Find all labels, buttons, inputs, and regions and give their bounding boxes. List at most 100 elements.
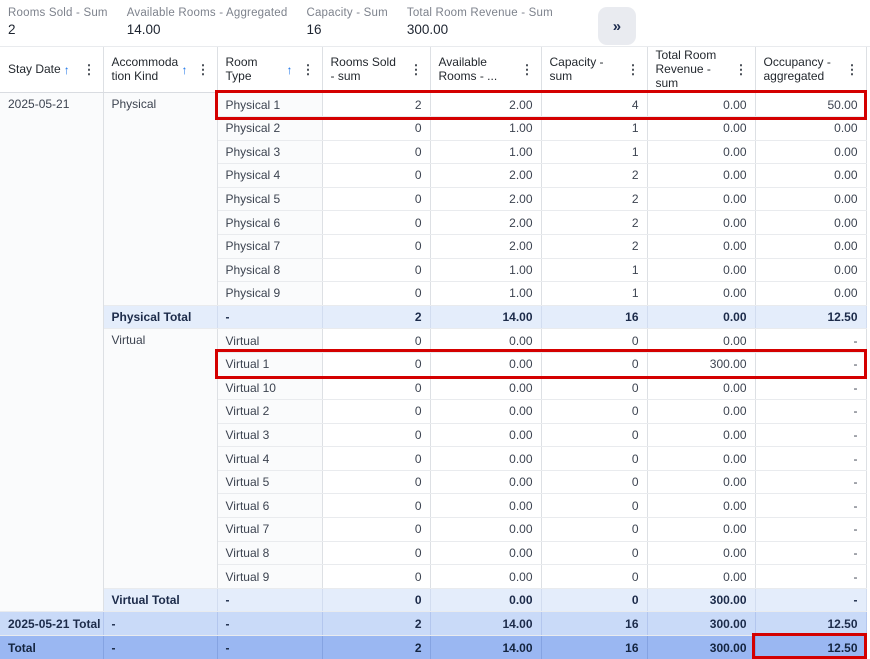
- cell-room-type: -: [217, 588, 322, 612]
- cell-room-type: Virtual 2: [217, 400, 322, 424]
- cell-available-rooms: 2.00: [430, 211, 541, 235]
- cell-available-rooms: 0.00: [430, 470, 541, 494]
- column-menu-icon[interactable]: ⋮: [80, 62, 99, 78]
- subtotal-row: Virtual Total-00.000300.00-: [0, 588, 866, 612]
- pivot-table: Stay Date↑⋮Accommodation Kind↑⋮Room Type…: [0, 47, 870, 659]
- cell-room-type: Physical 4: [217, 164, 322, 188]
- subtotal-row: Physical Total-214.00160.0012.50: [0, 305, 866, 329]
- sort-asc-icon[interactable]: ↑: [287, 63, 293, 77]
- column-header-total-room-revenue-sum[interactable]: Total Room Revenue - sum⋮: [647, 47, 755, 93]
- cell-capacity: 1: [541, 140, 647, 164]
- cell-rooms-sold: 0: [322, 258, 430, 282]
- summary-bar: Rooms Sold - Sum 2 Available Rooms - Agg…: [0, 0, 870, 47]
- kpi-value: 16: [306, 22, 387, 37]
- cell-accommodation-kind: Physical Total: [103, 305, 217, 329]
- column-menu-icon[interactable]: ⋮: [194, 62, 213, 78]
- column-menu-icon[interactable]: ⋮: [624, 62, 643, 78]
- column-menu-icon[interactable]: ⋮: [518, 62, 537, 78]
- kpi-label: Available Rooms - Aggregated: [127, 7, 288, 19]
- kpi-label: Rooms Sold - Sum: [8, 7, 108, 19]
- cell-revenue: 0.00: [647, 447, 755, 471]
- cell-capacity: 0: [541, 447, 647, 471]
- cell-revenue: 0.00: [647, 164, 755, 188]
- cell-rooms-sold: 0: [322, 140, 430, 164]
- cell-capacity: 2: [541, 234, 647, 258]
- cell-available-rooms: 1.00: [430, 140, 541, 164]
- cell-rooms-sold: 0: [322, 470, 430, 494]
- cell-occupancy: 50.00: [755, 93, 866, 117]
- cell-revenue: 0.00: [647, 258, 755, 282]
- cell-room-type: Physical 1: [217, 93, 322, 117]
- cell-revenue: 300.00: [647, 588, 755, 612]
- column-header-accommodation-kind[interactable]: Accommodation Kind↑⋮: [103, 47, 217, 93]
- cell-room-type: Virtual 9: [217, 565, 322, 589]
- cell-occupancy: 0.00: [755, 234, 866, 258]
- column-menu-icon[interactable]: ⋮: [732, 62, 751, 78]
- cell-room-type: Virtual 8: [217, 541, 322, 565]
- cell-occupancy: -: [755, 329, 866, 353]
- column-header-room-type[interactable]: Room Type↑⋮: [217, 47, 322, 93]
- column-menu-icon[interactable]: ⋮: [299, 62, 318, 78]
- cell-capacity: 0: [541, 470, 647, 494]
- cell-occupancy: -: [755, 352, 866, 376]
- cell-rooms-sold: 0: [322, 116, 430, 140]
- cell-rooms-sold: 0: [322, 211, 430, 235]
- cell-revenue: 0.00: [647, 282, 755, 306]
- cell-capacity: 2: [541, 187, 647, 211]
- cell-capacity: 0: [541, 588, 647, 612]
- cell-rooms-sold: 0: [322, 423, 430, 447]
- column-label: Available Rooms - ...: [439, 56, 512, 84]
- cell-occupancy: 0.00: [755, 187, 866, 211]
- cell-revenue: 0.00: [647, 518, 755, 542]
- cell-rooms-sold: 2: [322, 636, 430, 659]
- cell-revenue: 0.00: [647, 541, 755, 565]
- kpi-value: 2: [8, 22, 108, 37]
- table-header: Stay Date↑⋮Accommodation Kind↑⋮Room Type…: [0, 47, 866, 93]
- cell-revenue: 300.00: [647, 352, 755, 376]
- column-header-capacity-sum[interactable]: Capacity - sum⋮: [541, 47, 647, 93]
- cell-room-type: -: [217, 612, 322, 636]
- cell-revenue: 0.00: [647, 376, 755, 400]
- sort-asc-icon[interactable]: ↑: [64, 63, 70, 77]
- cell-room-type: Virtual 1: [217, 352, 322, 376]
- cell-occupancy: -: [755, 447, 866, 471]
- cell-capacity: 2: [541, 164, 647, 188]
- cell-occupancy: 0.00: [755, 282, 866, 306]
- header-row: Stay Date↑⋮Accommodation Kind↑⋮Room Type…: [0, 47, 866, 93]
- column-header-stay-date[interactable]: Stay Date↑⋮: [0, 47, 103, 93]
- column-header-occupancy-aggregated[interactable]: Occupancy - aggregated⋮: [755, 47, 866, 93]
- cell-capacity: 0: [541, 352, 647, 376]
- cell-room-type: Physical 6: [217, 211, 322, 235]
- cell-room-type: Physical 8: [217, 258, 322, 282]
- cell-stay-date: Total: [0, 636, 103, 659]
- cell-room-type: Physical 9: [217, 282, 322, 306]
- cell-revenue: 0.00: [647, 400, 755, 424]
- sort-asc-icon[interactable]: ↑: [182, 63, 188, 77]
- cell-room-type: Physical 5: [217, 187, 322, 211]
- report-view: Rooms Sold - Sum 2 Available Rooms - Agg…: [0, 0, 870, 659]
- cell-rooms-sold: 0: [322, 447, 430, 471]
- cell-available-rooms: 0.00: [430, 329, 541, 353]
- column-header-rooms-sold-sum[interactable]: Rooms Sold - sum⋮: [322, 47, 430, 93]
- cell-capacity: 2: [541, 211, 647, 235]
- cell-capacity: 4: [541, 93, 647, 117]
- cell-available-rooms: 1.00: [430, 282, 541, 306]
- kpi-available-rooms: Available Rooms - Aggregated 14.00: [127, 7, 288, 37]
- cell-rooms-sold: 0: [322, 565, 430, 589]
- cell-available-rooms: 2.00: [430, 187, 541, 211]
- kpi-total-room-revenue: Total Room Revenue - Sum 300.00: [407, 7, 553, 37]
- table-row: 2025-05-21PhysicalPhysical 122.0040.0050…: [0, 93, 866, 117]
- cell-occupancy: 12.50: [755, 305, 866, 329]
- column-menu-icon[interactable]: ⋮: [843, 62, 862, 78]
- column-menu-icon[interactable]: ⋮: [407, 62, 426, 78]
- cell-revenue: 300.00: [647, 636, 755, 659]
- kpi-value: 14.00: [127, 22, 288, 37]
- cell-revenue: 0.00: [647, 140, 755, 164]
- cell-room-type: Virtual: [217, 329, 322, 353]
- cell-available-rooms: 1.00: [430, 116, 541, 140]
- cell-rooms-sold: 2: [322, 93, 430, 117]
- expand-button[interactable]: »: [598, 7, 636, 45]
- column-header-available-rooms[interactable]: Available Rooms - ... ⋮: [430, 47, 541, 93]
- kpi-rooms-sold: Rooms Sold - Sum 2: [8, 7, 108, 37]
- cell-revenue: 0.00: [647, 470, 755, 494]
